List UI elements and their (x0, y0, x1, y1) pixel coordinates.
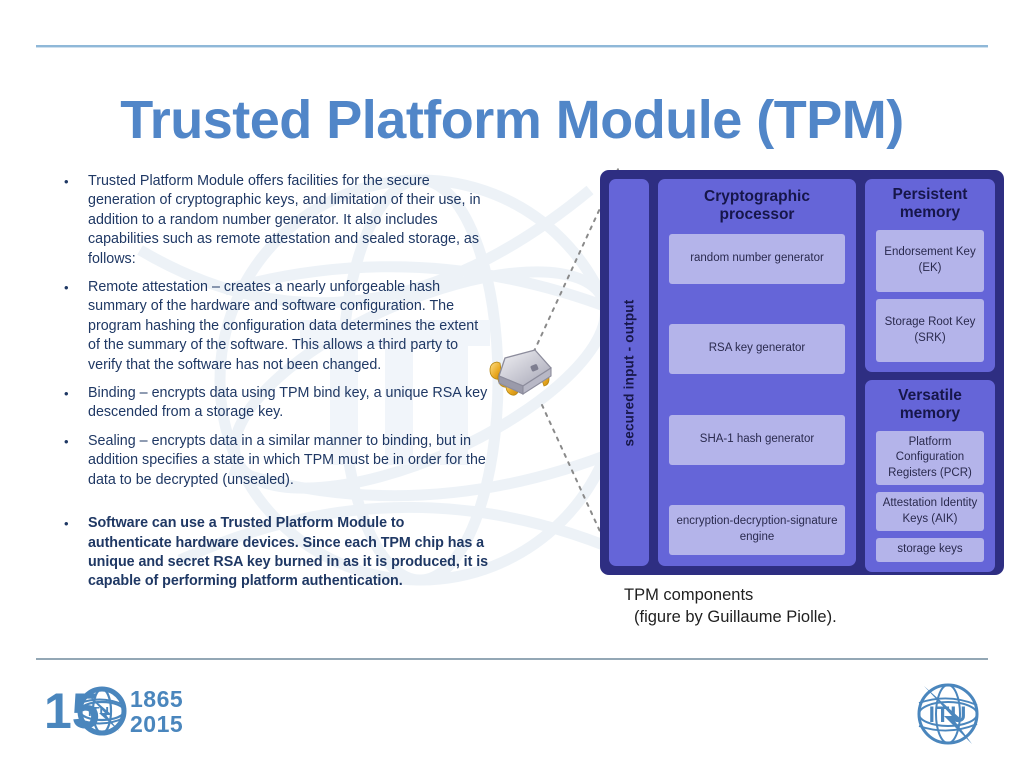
crypto-title-line-1: Cryptographic (704, 188, 810, 205)
svg-text:ITU: ITU (88, 704, 109, 719)
crypto-item: RSA key generator (669, 324, 845, 375)
figure-caption: TPM components (figure by Guillaume Piol… (624, 584, 1004, 629)
list-item: • Software can use a Trusted Platform Mo… (58, 514, 490, 592)
persistent-memory-panel: Persistent memory Endorsement Key (EK) S… (865, 179, 995, 372)
bullet-marker-icon: • (64, 280, 69, 296)
list-item-text: Remote attestation – creates a nearly un… (88, 279, 479, 373)
bullet-marker-icon: • (64, 516, 69, 532)
versatile-memory-item: storage keys (876, 538, 984, 562)
crypto-item: encryption-decryption-signature engine (669, 504, 845, 555)
persistent-memory-item-list: Endorsement Key (EK) Storage Root Key (S… (876, 229, 984, 362)
itu-logo: ITU (917, 683, 979, 745)
figure-caption-line-2: (figure by Guillaume Piolle). (634, 608, 837, 627)
anniversary-year-from-text: 1865 (130, 686, 183, 712)
versatile-memory-title: Versatile memory (898, 387, 962, 423)
itu-150-anniversary-logo: 15 ITU 1865 2015 (44, 683, 183, 739)
list-item: • Sealing – encrypts data in a similar m… (58, 432, 490, 490)
list-item-text: Trusted Platform Module offers facilitie… (88, 173, 481, 267)
versatile-memory-item-list: Platform Configuration Registers (PCR) A… (876, 430, 984, 562)
anniversary-year-to-text: 2015 (130, 711, 183, 737)
page-title: Trusted Platform Module (TPM) (120, 90, 904, 150)
header-divider (36, 45, 988, 48)
cryptographic-processor-title: Cryptographic processor (669, 188, 845, 225)
list-item-text: Binding – encrypts data using TPM bind k… (88, 385, 488, 421)
versatile-memory-item: Attestation Identity Keys (AIK) (876, 492, 984, 532)
persistent-memory-item: Storage Root Key (SRK) (876, 299, 984, 362)
figure-caption-line-1: TPM components (624, 586, 754, 604)
crypto-title-line-2: processor (719, 206, 795, 224)
secured-io-label: secured input - output (621, 299, 637, 446)
list-item-text: Sealing – encrypts data in a similar man… (88, 432, 486, 488)
itu-wordmark-text: ITU (929, 702, 967, 727)
versatile-memory-item: Platform Configuration Registers (PCR) (876, 430, 984, 486)
persistent-memory-item: Endorsement Key (EK) (876, 229, 984, 293)
list-item: • Trusted Platform Module offers facilit… (58, 172, 490, 269)
cryptographic-processor-panel: Cryptographic processor random number ge… (658, 179, 856, 566)
list-item: • Binding – encrypts data using TPM bind… (58, 384, 490, 423)
list-item: • Remote attestation – creates a nearly … (58, 278, 490, 375)
tpm-components-diagram: secured input - output Cryptographic pro… (600, 170, 1004, 575)
memory-column: Persistent memory Endorsement Key (EK) S… (865, 179, 995, 572)
tpm-chip-icon (489, 349, 552, 396)
versatile-memory-panel: Versatile memory Platform Configuration … (865, 380, 995, 572)
bullet-marker-icon: • (64, 174, 69, 189)
crypto-item: SHA-1 hash generator (669, 414, 845, 465)
secured-io-bar: secured input - output (609, 179, 649, 566)
crypto-item: random number generator (669, 233, 845, 284)
footer-divider (36, 658, 988, 660)
list-item-text: Software can use a Trusted Platform Modu… (88, 515, 489, 590)
persistent-memory-title: Persistent memory (892, 186, 968, 222)
bullet-marker-icon: • (64, 433, 69, 449)
crypto-item-list: random number generator RSA key generato… (669, 233, 845, 555)
bullet-marker-icon: • (64, 386, 69, 402)
bullet-list: • Trusted Platform Module offers facilit… (58, 172, 490, 601)
